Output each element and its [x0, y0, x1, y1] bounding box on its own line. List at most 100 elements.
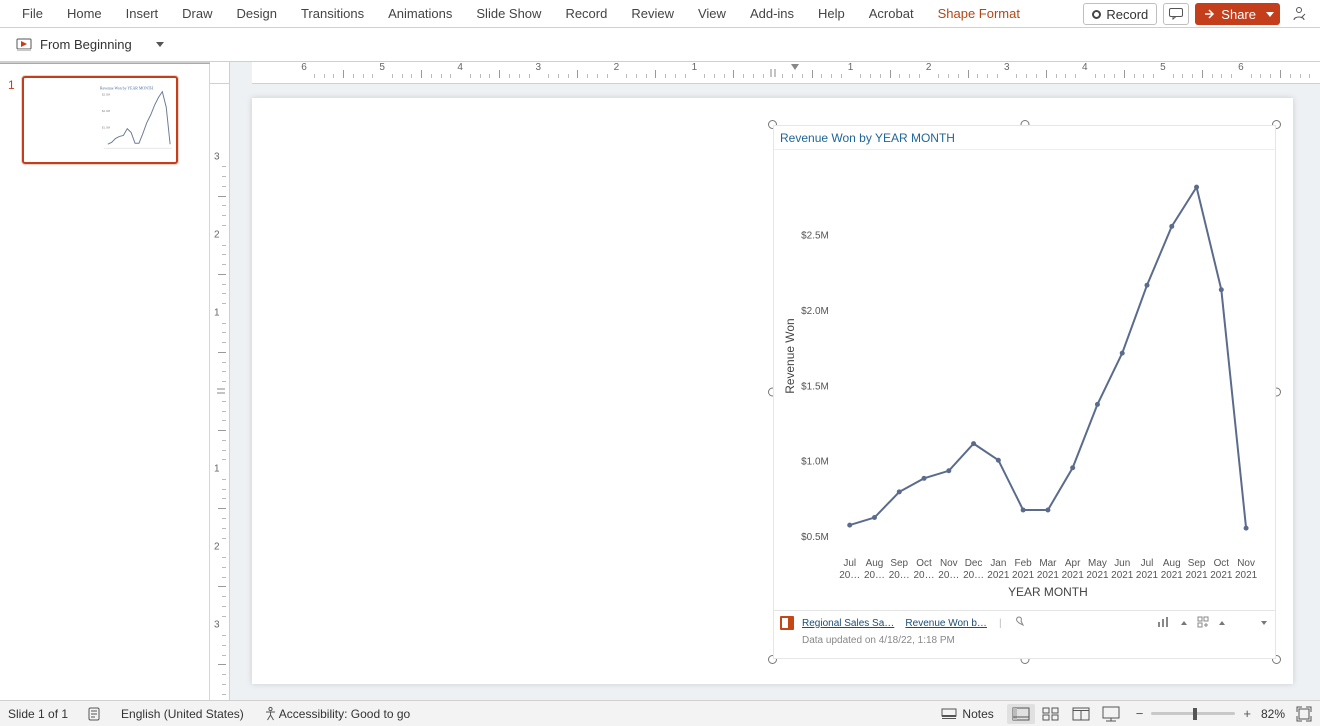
share-icon	[1203, 8, 1215, 20]
chart-updated-text: Data updated on 4/18/22, 1:18 PM	[774, 635, 1275, 646]
record-icon	[1092, 10, 1101, 19]
svg-text:2021: 2021	[1235, 570, 1258, 581]
svg-text:2021: 2021	[1136, 570, 1159, 581]
accessibility-icon	[262, 705, 279, 722]
chart-footer: Regional Sales Sa… Revenue Won b… |	[774, 610, 1275, 658]
record-label: Record	[1106, 7, 1148, 22]
slide-thumbnail-1[interactable]: Revenue Won by YEAR MONTH $2.5M $2.0M $1…	[22, 76, 178, 164]
svg-text:$2.5M: $2.5M	[102, 93, 111, 97]
chevron-up-icon[interactable]	[1219, 621, 1225, 625]
svg-text:2021: 2021	[1210, 570, 1233, 581]
chart-title: Revenue Won by YEAR MONTH	[774, 126, 1275, 150]
ribbon-tab-animations[interactable]: Animations	[376, 0, 464, 28]
thumbnail-number: 1	[8, 76, 22, 92]
svg-text:$1.5M: $1.5M	[801, 381, 829, 392]
qat-customize-dropdown[interactable]	[156, 42, 164, 47]
svg-text:Oct: Oct	[1214, 558, 1230, 569]
svg-text:2021: 2021	[987, 570, 1010, 581]
ribbon-mode-icon	[1291, 6, 1307, 22]
ribbon-tab-help[interactable]: Help	[806, 0, 857, 28]
comments-button[interactable]	[1163, 3, 1189, 25]
fit-to-window-button[interactable]	[1295, 705, 1312, 722]
svg-text:$2.0M: $2.0M	[102, 109, 111, 113]
status-bar: Slide 1 of 1 English (United States) Acc…	[0, 700, 1320, 726]
svg-text:2021: 2021	[1111, 570, 1134, 581]
from-beginning-icon	[16, 37, 34, 53]
ribbon-tab-record[interactable]: Record	[553, 0, 619, 28]
share-label: Share	[1221, 7, 1256, 22]
ruler-corner	[210, 62, 230, 84]
slideshow-view-button[interactable]	[1097, 704, 1125, 724]
chevron-down-icon[interactable]	[1261, 621, 1267, 625]
slide-edit-area[interactable]: 654321123456 321123 Revenue Won by YEAR …	[210, 62, 1320, 700]
horizontal-ruler: 654321123456	[252, 62, 1320, 84]
record-button[interactable]: Record	[1083, 3, 1157, 25]
ribbon-tab-shape-format[interactable]: Shape Format	[926, 0, 1032, 28]
svg-text:Mar: Mar	[1039, 558, 1057, 569]
pin-icon[interactable]	[1014, 616, 1025, 630]
zoom-control: − +	[1134, 706, 1253, 721]
svg-text:20…: 20…	[963, 570, 984, 581]
slide-canvas[interactable]: Revenue Won by YEAR MONTH $0.5M$1.0M$1.5…	[252, 98, 1293, 684]
filter-icon[interactable]	[1197, 616, 1209, 631]
zoom-out-button[interactable]: −	[1134, 706, 1146, 721]
from-beginning-label: From Beginning	[40, 37, 132, 52]
chart-plot-area: $0.5M$1.0M$1.5M$2.0M$2.5MRevenue WonJul2…	[780, 150, 1269, 610]
svg-text:20…: 20…	[864, 570, 885, 581]
svg-text:YEAR MONTH: YEAR MONTH	[1008, 585, 1088, 599]
ribbon-tab-design[interactable]: Design	[225, 0, 289, 28]
ribbon-tab-view[interactable]: View	[686, 0, 738, 28]
vertical-ruler: 321123	[210, 84, 230, 700]
zoom-percent[interactable]: 82%	[1261, 707, 1285, 721]
share-button[interactable]: Share	[1195, 3, 1280, 25]
svg-text:Jan: Jan	[990, 558, 1006, 569]
ribbon-tab-acrobat[interactable]: Acrobat	[857, 0, 926, 28]
slide-indicator[interactable]: Slide 1 of 1	[8, 707, 68, 721]
separator: |	[999, 618, 1002, 629]
powerbi-source-icon	[780, 616, 794, 630]
svg-text:Sep: Sep	[1188, 558, 1206, 569]
zoom-slider-thumb[interactable]	[1193, 708, 1197, 720]
chevron-down-icon	[1266, 12, 1274, 17]
ribbon-tab-file[interactable]: File	[10, 0, 55, 28]
language-indicator[interactable]: English (United States)	[121, 707, 244, 721]
svg-text:Apr: Apr	[1065, 558, 1081, 569]
spellcheck-icon[interactable]	[86, 705, 103, 722]
svg-text:2021: 2021	[1161, 570, 1184, 581]
chart-object[interactable]: Revenue Won by YEAR MONTH $0.5M$1.0M$1.5…	[773, 125, 1276, 659]
ribbon-tab-add-ins[interactable]: Add-ins	[738, 0, 806, 28]
chart-type-icon[interactable]	[1157, 616, 1171, 631]
ribbon-mode-button[interactable]	[1286, 3, 1312, 25]
svg-text:Jul: Jul	[843, 558, 856, 569]
notes-icon	[941, 708, 957, 720]
svg-text:Oct: Oct	[916, 558, 932, 569]
svg-text:Feb: Feb	[1015, 558, 1033, 569]
accessibility-status[interactable]: Accessibility: Good to go	[279, 707, 410, 721]
notes-button[interactable]: Notes	[941, 707, 993, 721]
svg-text:Aug: Aug	[866, 558, 884, 569]
slide-sorter-view-button[interactable]	[1037, 704, 1065, 724]
zoom-in-button[interactable]: +	[1241, 706, 1253, 721]
svg-text:Aug: Aug	[1163, 558, 1181, 569]
ribbon-tab-slide-show[interactable]: Slide Show	[464, 0, 553, 28]
ribbon-tab-home[interactable]: Home	[55, 0, 114, 28]
svg-text:$1.0M: $1.0M	[102, 126, 111, 130]
svg-text:$2.0M: $2.0M	[801, 306, 829, 317]
from-beginning-button[interactable]: From Beginning	[10, 35, 138, 55]
thumbnail-pane[interactable]: 1 Revenue Won by YEAR MONTH $2.5M $2.0M …	[0, 62, 210, 700]
svg-text:2021: 2021	[1037, 570, 1060, 581]
normal-view-button[interactable]	[1007, 704, 1035, 724]
ribbon-tab-draw[interactable]: Draw	[170, 0, 224, 28]
svg-text:2021: 2021	[1012, 570, 1035, 581]
chevron-up-icon[interactable]	[1181, 621, 1187, 625]
reading-view-button[interactable]	[1067, 704, 1095, 724]
zoom-slider-track[interactable]	[1151, 712, 1235, 715]
ribbon-tab-insert[interactable]: Insert	[114, 0, 171, 28]
svg-text:20…: 20…	[839, 570, 860, 581]
svg-text:Revenue Won by YEAR MONTH: Revenue Won by YEAR MONTH	[100, 87, 153, 91]
chart-source-links[interactable]: Regional Sales Sa… Revenue Won b…	[802, 618, 987, 629]
quick-access-toolbar: From Beginning	[0, 28, 1320, 62]
ribbon-tab-review[interactable]: Review	[619, 0, 686, 28]
chart-card: Revenue Won by YEAR MONTH $0.5M$1.0M$1.5…	[773, 125, 1276, 659]
ribbon-tab-transitions[interactable]: Transitions	[289, 0, 376, 28]
